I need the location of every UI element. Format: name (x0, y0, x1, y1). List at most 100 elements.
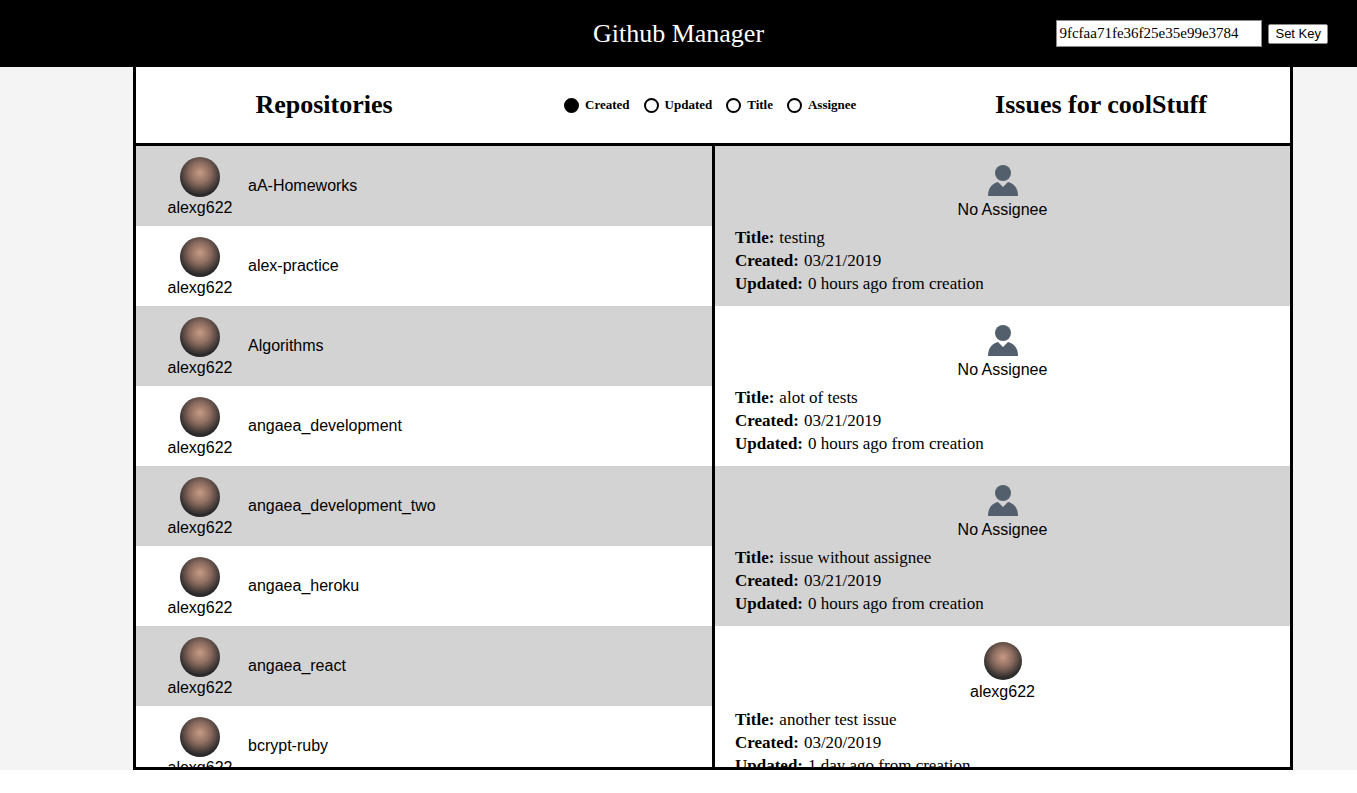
sort-option[interactable]: Updated (644, 95, 713, 115)
avatar-photo (180, 317, 220, 357)
panel-header: Repositories Created Updated Title Assignee… (136, 67, 1290, 146)
sort-radio[interactable] (644, 98, 659, 113)
issue-row[interactable]: alexg622 Title: another test issue Created:… (715, 626, 1290, 767)
issue-row[interactable]: No AssigneeTitle:issue without assigneeC… (715, 466, 1290, 626)
repo-owner: alexg622 (168, 358, 233, 377)
field-label: Created: (735, 733, 799, 752)
avatar-photo (180, 397, 220, 437)
issue-assignee: No Assignee (735, 482, 1270, 539)
top-bar: Github Manager Set Key (0, 0, 1357, 67)
field-value: 03/21/2019 (804, 411, 881, 430)
repo-row[interactable]: alexg622 alex-practice (136, 226, 712, 306)
repo-name: bcrypt-ruby (248, 734, 328, 758)
field-value: another test issue (779, 710, 896, 729)
repo-name: angaea_heroku (248, 574, 359, 598)
issue-row[interactable]: No Assignee Title: alot of tests Created: 03… (715, 306, 1290, 466)
repo-row[interactable]: alexg622angaea_development_two (136, 466, 712, 546)
issues-heading: Issues for coolStuff (912, 92, 1290, 118)
avatar-photo (180, 717, 220, 757)
sort-option[interactable]: Assignee (787, 95, 856, 115)
sort-label: Title (747, 95, 773, 115)
issue-created: Created: 03/21/2019 (735, 569, 1270, 592)
sort-label: Created (585, 95, 630, 115)
sort-radio[interactable] (787, 98, 802, 113)
issue-list: No Assignee Title: testing Created: 03/21/20… (715, 146, 1290, 767)
issue-assignee: No Assignee (735, 162, 1270, 219)
sort-label: Assignee (808, 95, 856, 115)
avatar-photo (180, 157, 220, 197)
field-label: Title: (735, 548, 774, 567)
field-label: Created: (735, 571, 799, 590)
avatar-photo (180, 237, 220, 277)
field-label: Updated: (735, 756, 803, 767)
sort-option[interactable]: Title (726, 95, 773, 115)
issue-updated: Updated: 0 hours ago from creation (735, 272, 1270, 295)
avatar-photo (180, 637, 220, 677)
repo-name: angaea_react (248, 654, 346, 678)
field-value: 03/20/2019 (804, 733, 881, 752)
issue-created: Created: 03/20/2019 (735, 731, 1270, 754)
field-value: 0 hours ago from creation (808, 594, 984, 613)
sort-option[interactable]: Created (564, 95, 630, 115)
key-input[interactable] (1056, 20, 1262, 47)
field-value: 03/21/2019 (804, 251, 881, 270)
issue-row[interactable]: No Assignee Title: testing Created: 03/21/20… (715, 146, 1290, 306)
repo-name: angaea_development_two (248, 494, 436, 518)
issue-title: Title: another test issue (735, 708, 1270, 731)
field-label: Updated: (735, 594, 803, 613)
issue-assignee: No Assignee (735, 322, 1270, 379)
field-value: 0 hours ago from creation (808, 274, 984, 293)
field-label: Title: (735, 710, 774, 729)
field-label: Created: (735, 251, 799, 270)
manager-panel: Repositories Created Updated Title Assignee… (133, 67, 1293, 770)
issue-title: Title: alot of tests (735, 386, 1270, 409)
field-value: 1 day ago from creation (808, 756, 970, 767)
issue-assignee: alexg622 (735, 642, 1270, 701)
issue-title: Title: testing (735, 226, 1270, 249)
assignee-name: No Assignee (958, 520, 1048, 539)
field-label: Title: (735, 388, 774, 407)
set-key-button[interactable]: Set Key (1268, 24, 1328, 44)
assignee-name: No Assignee (958, 200, 1048, 219)
field-label: Created: (735, 411, 799, 430)
repo-owner: alexg622 (168, 678, 233, 697)
repo-name: Algorithms (248, 334, 324, 358)
repo-row[interactable]: alexg622angaea_development (136, 386, 712, 466)
avatar-photo (984, 642, 1022, 680)
repo-owner: alexg622 (168, 598, 233, 617)
field-label: Title: (735, 228, 774, 247)
repo-row[interactable]: alexg622 angaea_heroku (136, 546, 712, 626)
issue-updated: Updated: 1 day ago from creation (735, 754, 1270, 767)
avatar-photo (180, 557, 220, 597)
repo-row[interactable]: alexg622aA-Homeworks (136, 146, 712, 226)
app-title: Github Manager (593, 21, 764, 47)
sort-options: Created Updated Title Assignee (512, 95, 912, 115)
repos-heading: Repositories (136, 92, 512, 118)
field-value: 0 hours ago from creation (808, 434, 984, 453)
field-value: testing (779, 228, 824, 247)
issue-created: Created: 03/21/2019 (735, 249, 1270, 272)
sort-radio[interactable] (564, 98, 579, 113)
field-label: Updated: (735, 274, 803, 293)
repo-name: angaea_development (248, 414, 402, 438)
field-value: 03/21/2019 (804, 571, 881, 590)
repo-list: alexg622aA-Homeworksalexg622alex-practic… (136, 146, 715, 767)
repo-row[interactable]: alexg622 angaea_react (136, 626, 712, 706)
repo-row[interactable]: alexg622 Algorithms (136, 306, 712, 386)
repo-name: alex-practice (248, 254, 339, 278)
person-icon (985, 482, 1021, 518)
repo-row[interactable]: alexg622 bcrypt-ruby (136, 706, 712, 767)
issue-created: Created: 03/21/2019 (735, 409, 1270, 432)
field-value: alot of tests (779, 388, 857, 407)
repo-name: aA-Homeworks (248, 174, 357, 198)
issue-updated: Updated: 0 hours ago from creation (735, 592, 1270, 615)
assignee-name: No Assignee (958, 360, 1048, 379)
repo-owner: alexg622 (168, 278, 233, 297)
issue-updated: Updated: 0 hours ago from creation (735, 432, 1270, 455)
person-icon (985, 162, 1021, 198)
sort-radio[interactable] (726, 98, 741, 113)
field-label: Updated: (735, 434, 803, 453)
repo-owner: alexg622 (168, 758, 233, 767)
avatar-photo (180, 477, 220, 517)
person-icon (985, 322, 1021, 358)
